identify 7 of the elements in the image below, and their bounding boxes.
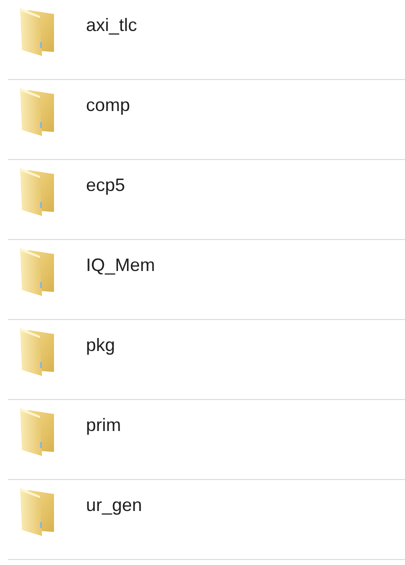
folder-name[interactable]: IQ_Mem	[86, 252, 156, 279]
folder-name[interactable]: pkg	[86, 332, 116, 359]
folder-name[interactable]: ur_gen	[86, 492, 142, 519]
folder-name[interactable]: ecp5	[86, 172, 126, 199]
folder-name[interactable]: prim	[86, 412, 121, 439]
folder-name[interactable]: axi_tlc	[86, 12, 138, 39]
folder-name[interactable]: comp	[86, 92, 130, 119]
